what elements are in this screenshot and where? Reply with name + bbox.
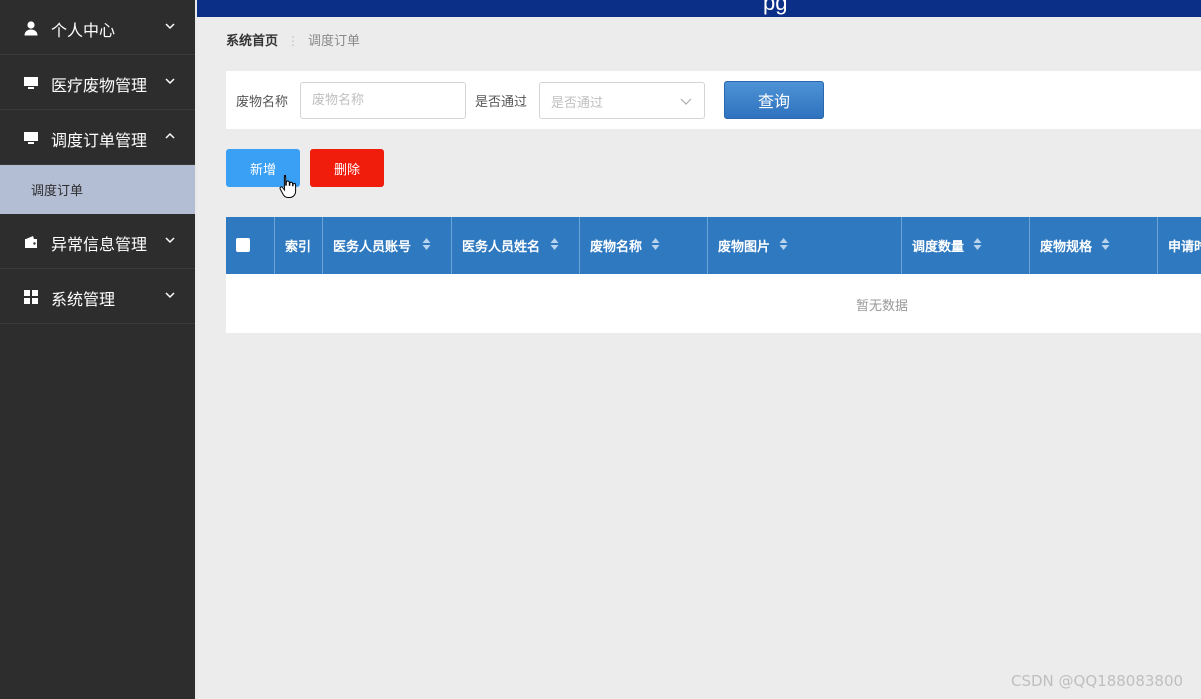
chevron-down-icon: [165, 78, 175, 85]
column-header-apply-time[interactable]: 申请时间: [1158, 217, 1201, 274]
column-header-label: 废物规格: [1040, 240, 1093, 255]
chevron-down-icon: [165, 292, 175, 299]
column-header-label: 医务人员姓名: [462, 240, 541, 255]
chevron-down-icon: [165, 23, 175, 30]
top-header-bar: pg: [197, 0, 1201, 17]
sidebar-subitem-label: 调度订单: [31, 184, 84, 199]
chevron-down-icon: [165, 237, 175, 244]
query-button[interactable]: 查询: [724, 81, 824, 119]
breadcrumb-separator-icon: ⋮: [287, 34, 300, 48]
column-header-index: 索引: [275, 217, 323, 274]
search-panel: 废物名称 是否通过 是否通过 查询: [226, 71, 1201, 129]
pass-status-placeholder: 是否通过: [551, 96, 604, 111]
column-header-label: 索引: [285, 240, 312, 255]
grid-icon: [24, 290, 38, 304]
column-header-staff-account[interactable]: 医务人员账号: [323, 217, 452, 274]
breadcrumb-home-link[interactable]: 系统首页: [226, 34, 278, 49]
sidebar-item-label: 医疗废物管理: [51, 76, 148, 95]
chevron-down-icon: [680, 98, 692, 105]
waste-name-label: 废物名称: [236, 95, 289, 110]
monitor-icon: [24, 132, 38, 144]
column-header-waste-image[interactable]: 废物图片: [708, 217, 902, 274]
column-header-label: 申请时间: [1168, 240, 1201, 255]
user-icon: [24, 21, 38, 36]
sort-icon[interactable]: [779, 238, 788, 250]
waste-name-input[interactable]: [300, 82, 466, 119]
sort-icon[interactable]: [422, 238, 431, 250]
select-all-header: [226, 217, 275, 274]
column-header-waste-name[interactable]: 废物名称: [580, 217, 708, 274]
column-header-label: 调度数量: [912, 240, 965, 255]
select-all-checkbox[interactable]: [236, 238, 250, 252]
sidebar-item-label: 个人中心: [51, 21, 116, 40]
delete-button[interactable]: 删除: [310, 149, 384, 187]
column-header-dispatch-quantity[interactable]: 调度数量: [902, 217, 1030, 274]
pass-status-label: 是否通过: [475, 95, 528, 110]
monitor-icon: [24, 77, 38, 89]
hand-cursor-icon: [279, 175, 297, 198]
watermark: CSDN @QQ188083800: [1011, 672, 1184, 690]
orders-table: 索引 医务人员账号 医务人员姓名 废物名称 废物图片 调度数量 废物规格 申请时…: [226, 217, 1201, 333]
sort-icon[interactable]: [973, 238, 982, 250]
sidebar-item-exception-info[interactable]: 异常信息管理: [0, 214, 195, 269]
pass-status-select[interactable]: 是否通过: [539, 82, 705, 119]
column-header-staff-name[interactable]: 医务人员姓名: [452, 217, 580, 274]
header-title-fragment: pg: [763, 0, 788, 15]
empty-state-text: 暂无数据: [856, 299, 909, 314]
sidebar-item-medical-waste[interactable]: 医疗废物管理: [0, 55, 195, 110]
column-header-label: 废物图片: [718, 240, 771, 255]
breadcrumb-current: 调度订单: [308, 34, 361, 49]
sidebar-item-personal-center[interactable]: 个人中心: [0, 0, 195, 55]
table-header: 索引 医务人员账号 医务人员姓名 废物名称 废物图片 调度数量 废物规格 申请时…: [226, 217, 1201, 274]
chevron-up-icon: [165, 132, 175, 139]
breadcrumb: 系统首页 ⋮ 调度订单: [226, 30, 360, 49]
sidebar-item-label: 调度订单管理: [51, 131, 148, 150]
wallet-icon: [25, 236, 37, 248]
column-header-label: 废物名称: [590, 240, 643, 255]
sidebar-item-system-management[interactable]: 系统管理: [0, 269, 195, 324]
column-header-label: 医务人员账号: [333, 240, 412, 255]
sidebar-item-dispatch-order-management[interactable]: 调度订单管理: [0, 110, 195, 165]
sort-icon[interactable]: [550, 238, 559, 250]
sidebar: 个人中心 医疗废物管理 调度订单管理 调度订单 异常信息管理 系统管理: [0, 0, 197, 699]
sort-icon[interactable]: [651, 238, 660, 250]
sort-icon[interactable]: [1101, 238, 1110, 250]
sidebar-item-label: 系统管理: [51, 290, 116, 309]
sidebar-subitem-dispatch-order[interactable]: 调度订单: [0, 165, 195, 214]
column-header-waste-spec[interactable]: 废物规格: [1030, 217, 1158, 274]
sidebar-item-label: 异常信息管理: [51, 235, 148, 254]
